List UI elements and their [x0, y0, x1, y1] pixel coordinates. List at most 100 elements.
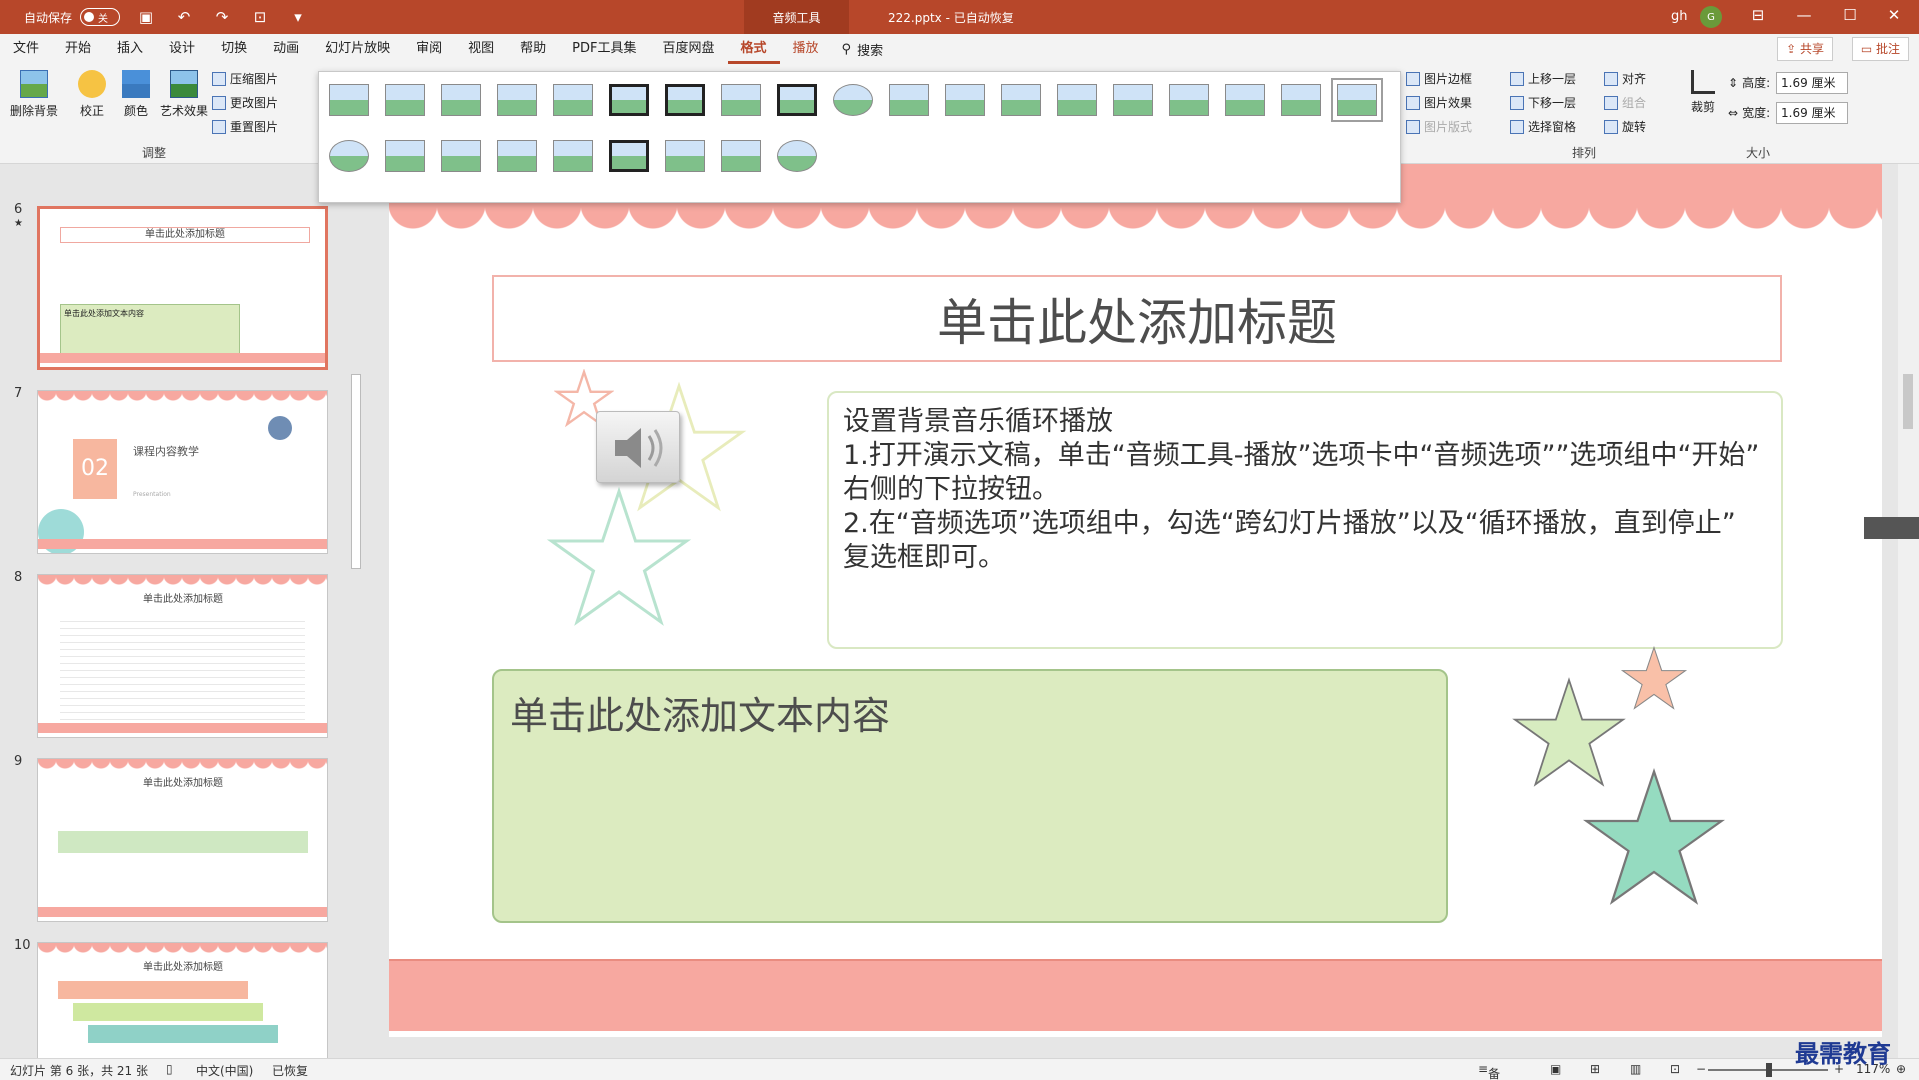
change-picture-button[interactable]: 更改图片 — [212, 94, 278, 111]
thumbnails-scrollbar[interactable] — [349, 164, 364, 1058]
tab-11[interactable]: 百度网盘 — [649, 34, 727, 64]
send-backward-button[interactable]: 下移一层 — [1510, 94, 1576, 111]
maximize-icon[interactable]: ☐ — [1836, 6, 1864, 24]
share-button[interactable]: ⇪ 共享 — [1777, 37, 1833, 61]
tab-4[interactable]: 切换 — [208, 34, 260, 64]
picture-style-swatch[interactable] — [385, 84, 425, 116]
tab-13[interactable]: 播放 — [780, 34, 832, 64]
rotate-button[interactable]: 旋转 — [1604, 118, 1646, 135]
picture-style-swatch[interactable] — [329, 84, 369, 116]
picture-layout-button[interactable]: 图片版式 — [1406, 118, 1472, 135]
tab-6[interactable]: 幻灯片放映 — [312, 34, 403, 64]
picture-effects-button[interactable]: 图片效果 — [1406, 94, 1472, 111]
picture-style-swatch[interactable] — [497, 84, 537, 116]
picture-style-swatch[interactable] — [777, 140, 817, 172]
slide-sorter-icon[interactable]: ⊞ — [1590, 1062, 1600, 1076]
notes-button[interactable]: ≡ 备注 — [1478, 1062, 1500, 1080]
crop-button[interactable]: 裁剪 — [1688, 70, 1718, 115]
picture-style-swatch[interactable] — [1057, 84, 1097, 116]
artistic-effects-button[interactable]: 艺术效果 — [158, 70, 210, 119]
picture-border-button[interactable]: 图片边框 — [1406, 70, 1472, 87]
present-icon[interactable]: ⊡ — [248, 8, 272, 26]
reset-picture-button[interactable]: 重置图片 — [212, 118, 278, 135]
picture-style-swatch[interactable] — [553, 84, 593, 116]
scrollbar-thumb[interactable] — [1903, 374, 1913, 429]
thumbnail-slide-10[interactable]: 单击此处添加标题 — [37, 942, 328, 1058]
tab-2[interactable]: 插入 — [104, 34, 156, 64]
picture-style-swatch[interactable] — [833, 84, 873, 116]
thumbnail-slide-6[interactable]: 单击此处添加标题 单击此处添加文本内容 — [37, 206, 328, 370]
tab-5[interactable]: 动画 — [260, 34, 312, 64]
zoom-out-icon[interactable]: − — [1696, 1062, 1706, 1076]
picture-style-swatch[interactable] — [721, 140, 761, 172]
remove-background-button[interactable]: 删除背景 — [8, 70, 60, 119]
picture-style-swatch[interactable] — [441, 84, 481, 116]
picture-style-swatch[interactable] — [1169, 84, 1209, 116]
picture-style-swatch[interactable] — [1001, 84, 1041, 116]
slide-scrollbar[interactable] — [1898, 164, 1919, 1058]
reading-view-icon[interactable]: ▥ — [1630, 1062, 1641, 1076]
user-name[interactable]: gh — [1671, 9, 1688, 24]
selection-pane-button[interactable]: 选择窗格 — [1510, 118, 1576, 135]
align-button[interactable]: 对齐 — [1604, 70, 1646, 87]
ribbon-display-icon[interactable]: ⊟ — [1744, 6, 1772, 24]
picture-style-swatch[interactable] — [665, 140, 705, 172]
slideshow-icon[interactable]: ⊡ — [1670, 1062, 1680, 1076]
scrollbar-thumb[interactable] — [351, 374, 361, 569]
slide-title[interactable]: 单击此处添加标题 — [492, 275, 1782, 362]
width-input[interactable]: 1.69 厘米 — [1776, 102, 1848, 124]
tab-0[interactable]: 文件 — [0, 34, 52, 64]
redo-icon[interactable]: ↷ — [210, 8, 234, 26]
compress-pictures-button[interactable]: 压缩图片 — [212, 70, 278, 87]
picture-style-swatch[interactable] — [1113, 84, 1153, 116]
picture-style-swatch[interactable] — [777, 84, 817, 116]
undo-icon[interactable]: ↶ — [172, 8, 196, 26]
picture-style-swatch[interactable] — [609, 140, 649, 172]
save-icon[interactable]: ▣ — [134, 8, 158, 26]
tab-1[interactable]: 开始 — [52, 34, 104, 64]
audio-instructions-text[interactable]: 设置背景音乐循环播放 1.打开演示文稿，单击“音频工具-播放”选项卡中“音频选项”… — [827, 391, 1783, 649]
picture-style-swatch[interactable] — [609, 84, 649, 116]
picture-style-swatch[interactable] — [441, 140, 481, 172]
picture-style-swatch[interactable] — [1331, 78, 1383, 122]
bring-forward-button[interactable]: 上移一层 — [1510, 70, 1576, 87]
color-button[interactable]: 颜色 — [114, 70, 158, 119]
tab-7[interactable]: 审阅 — [403, 34, 455, 64]
tab-10[interactable]: PDF工具集 — [559, 34, 649, 64]
autosave-toggle[interactable]: 关 — [80, 8, 121, 26]
thumbnail-slide-7[interactable]: 02 课程内容教学 Presentation — [37, 390, 328, 554]
tab-8[interactable]: 视图 — [455, 34, 507, 64]
thumbnail-slide-9[interactable]: 单击此处添加标题 — [37, 758, 328, 922]
minimize-icon[interactable]: — — [1790, 6, 1818, 24]
tab-12[interactable]: 格式 — [727, 34, 780, 64]
zoom-slider-knob[interactable] — [1766, 1063, 1772, 1077]
picture-style-swatch[interactable] — [945, 84, 985, 116]
picture-style-swatch[interactable] — [721, 84, 761, 116]
spellcheck-icon[interactable]: ▯ — [166, 1062, 173, 1076]
picture-style-swatch[interactable] — [1225, 84, 1265, 116]
group-button[interactable]: 组合 — [1604, 94, 1646, 111]
picture-style-swatch[interactable] — [497, 140, 537, 172]
audio-speaker-icon[interactable] — [596, 411, 680, 483]
picture-style-swatch[interactable] — [665, 84, 705, 116]
corrections-button[interactable]: 校正 — [70, 70, 114, 119]
close-icon[interactable]: ✕ — [1880, 6, 1908, 24]
avatar[interactable]: G — [1700, 6, 1722, 28]
comments-button[interactable]: ▭ 批注 — [1851, 37, 1909, 61]
customize-qat-icon[interactable]: ▾ — [286, 8, 310, 26]
thumbnail-slide-8[interactable]: 单击此处添加标题 — [37, 574, 328, 738]
ime-toolbar[interactable] — [1864, 517, 1919, 539]
height-input[interactable]: 1.69 厘米 — [1776, 72, 1848, 94]
picture-style-swatch[interactable] — [385, 140, 425, 172]
normal-view-icon[interactable]: ▣ — [1550, 1062, 1561, 1076]
tab-3[interactable]: 设计 — [156, 34, 208, 64]
language[interactable]: 中文(中国) — [196, 1062, 253, 1079]
fit-to-window-icon[interactable]: ⊕ — [1896, 1062, 1906, 1076]
picture-style-swatch[interactable] — [329, 140, 369, 172]
tab-9[interactable]: 帮助 — [507, 34, 559, 64]
content-placeholder[interactable]: 单击此处添加文本内容 — [492, 669, 1448, 923]
search-box[interactable]: ⚲ 搜索 — [842, 40, 884, 59]
picture-style-swatch[interactable] — [1281, 84, 1321, 116]
picture-style-swatch[interactable] — [889, 84, 929, 116]
picture-style-swatch[interactable] — [553, 140, 593, 172]
